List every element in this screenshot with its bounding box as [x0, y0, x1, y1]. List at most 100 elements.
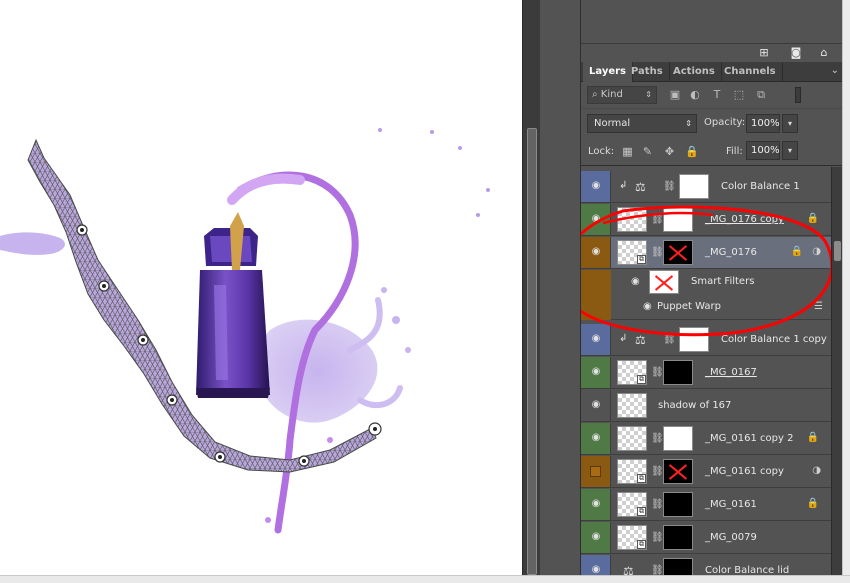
- smart-object-icon: ⧉: [637, 474, 646, 483]
- fill-input[interactable]: 100%: [746, 141, 780, 160]
- filter-toggle[interactable]: [795, 87, 801, 103]
- visibility-toggle[interactable]: ◉: [581, 555, 611, 575]
- visibility-toggle[interactable]: ◉: [581, 489, 611, 520]
- layer-mask-thumbnail[interactable]: [663, 459, 693, 484]
- layer-mask-thumbnail[interactable]: [663, 360, 693, 385]
- layer-row[interactable]: ◉ ⧉ ⛓ _MG_0167: [581, 357, 831, 389]
- visibility-toggle[interactable]: ◉: [581, 522, 611, 553]
- layers-scrollbar-thumb[interactable]: [834, 241, 841, 261]
- perfume-bottle: [196, 212, 270, 398]
- smart-object-thumbnail[interactable]: ⧉: [617, 360, 647, 385]
- layer-mask-thumbnail[interactable]: [663, 492, 693, 517]
- eye-icon: ◉: [591, 366, 601, 377]
- layer-row[interactable]: ◉ shadow of 167: [581, 390, 831, 422]
- red-annotation-ellipse: [581, 205, 834, 337]
- document-canvas[interactable]: [0, 0, 522, 575]
- eye-icon: ◉: [591, 531, 601, 542]
- opacity-dropdown-icon[interactable]: ▾: [782, 114, 798, 133]
- visibility-toggle[interactable]: ◉: [581, 171, 611, 202]
- layer-row[interactable]: ◉ ⧉ ⛓ _MG_0161 🔒: [581, 489, 831, 521]
- layer-row[interactable]: ◉ ⚖ ⛓ Color Balance lid: [581, 555, 831, 575]
- left-splash: [0, 232, 65, 255]
- smart-filter-icon: ◑: [812, 465, 821, 476]
- camera-icon[interactable]: ◙: [789, 47, 803, 59]
- tab-channels[interactable]: Channels: [718, 62, 783, 82]
- visibility-toggle[interactable]: ◉: [581, 357, 611, 388]
- layer-mask-thumbnail[interactable]: [663, 426, 693, 451]
- layer-mask-thumbnail[interactable]: [679, 174, 709, 199]
- layer-name: _MG_0167: [705, 367, 757, 378]
- lock-position-icon[interactable]: ✥: [663, 145, 676, 158]
- opacity-label: Opacity:: [704, 117, 746, 128]
- eye-icon: ◉: [591, 498, 601, 509]
- link-icon: ⛓: [663, 181, 676, 192]
- fill-label: Fill:: [726, 146, 743, 157]
- eye-icon: ◉: [591, 399, 601, 410]
- layer-row[interactable]: ◉ ↲ ⚖ ⛓ Color Balance 1: [581, 171, 831, 203]
- visibility-toggle[interactable]: ◉: [581, 423, 611, 454]
- panel-menu-icon[interactable]: ⌄: [831, 65, 839, 76]
- lock-icon: 🔒: [806, 432, 819, 443]
- smart-object-icon: ⧉: [637, 507, 646, 516]
- visibility-toggle[interactable]: [581, 456, 611, 487]
- layer-row[interactable]: ⧉ ⛓ _MG_0161 copy ◑: [581, 456, 831, 488]
- shape-filter-icon[interactable]: ⬚: [733, 88, 745, 101]
- panel-tabs: Layers Paths Actions Channels ⌄: [581, 62, 842, 82]
- layer-name: _MG_0161 copy 2: [705, 433, 794, 444]
- type-filter-icon[interactable]: T: [711, 88, 723, 101]
- trash-icon[interactable]: ⌂: [817, 47, 831, 59]
- updown-icon: ⇕: [685, 119, 692, 128]
- layer-thumbnail[interactable]: [617, 426, 647, 451]
- tab-paths[interactable]: Paths: [625, 62, 670, 82]
- smart-object-thumbnail[interactable]: ⧉: [617, 459, 647, 484]
- tab-actions[interactable]: Actions: [667, 62, 722, 82]
- kind-filter-select[interactable]: ⌕ Kind ⇕: [587, 86, 657, 104]
- layer-mask-thumbnail[interactable]: [663, 558, 693, 575]
- lock-fill-row: Lock: ▦ ✎ ✥ 🔒 Fill: 100% ▾: [581, 136, 842, 166]
- visibility-toggle[interactable]: ◉: [581, 390, 611, 421]
- clip-arrow-icon: ↲: [619, 180, 628, 191]
- window-edge: [842, 0, 850, 575]
- layer-name: _MG_0161 copy: [705, 466, 784, 477]
- fill-dropdown-icon[interactable]: ▾: [782, 141, 798, 160]
- smart-object-filter-icon[interactable]: ⧉: [755, 88, 767, 101]
- blend-mode-value: Normal: [594, 118, 631, 129]
- link-icon: ⛓: [651, 532, 664, 543]
- hidden-eye-slot: [590, 466, 601, 477]
- link-icon: ⛓: [651, 499, 664, 510]
- layer-row[interactable]: ◉ ⧉ ⛓ _MG_0079: [581, 522, 831, 554]
- updown-icon: ⇕: [645, 90, 652, 99]
- layer-thumbnail[interactable]: [617, 393, 647, 418]
- layers-list: ◉ ↲ ⚖ ⛓ Color Balance 1 ◉ ⛓ _MG_0176 cop…: [581, 167, 842, 575]
- smart-object-thumbnail[interactable]: ⧉: [617, 525, 647, 550]
- layer-name: Color Balance 1: [721, 181, 800, 192]
- eye-icon: ◉: [591, 432, 601, 443]
- layer-name: _MG_0161: [705, 499, 757, 510]
- layer-mask-thumbnail[interactable]: [663, 525, 693, 550]
- new-layer-icon[interactable]: ⊞: [757, 47, 771, 59]
- canvas-artwork: [0, 128, 490, 534]
- link-icon: ⛓: [651, 367, 664, 378]
- smart-object-icon: ⧉: [637, 375, 646, 384]
- layer-filter-row: ⌕ Kind ⇕ ▣ ◐ T ⬚ ⧉: [581, 82, 842, 108]
- layer-row[interactable]: ◉ ⛓ _MG_0161 copy 2 🔒: [581, 423, 831, 455]
- lock-label: Lock:: [588, 146, 615, 157]
- blend-mode-select[interactable]: Normal ⇕: [587, 114, 697, 133]
- smart-object-thumbnail[interactable]: ⧉: [617, 492, 647, 517]
- lock-all-icon[interactable]: 🔒: [685, 145, 699, 158]
- layer-name: _MG_0079: [705, 532, 757, 543]
- window-bottom-edge: [0, 575, 850, 583]
- link-icon: ⛓: [651, 565, 664, 575]
- lock-pixels-icon[interactable]: ✎: [641, 145, 654, 158]
- layers-scrollbar[interactable]: [831, 167, 842, 575]
- opacity-input[interactable]: 100%: [746, 114, 780, 133]
- lock-transparency-icon[interactable]: ▦: [621, 145, 634, 158]
- search-icon: ⌕: [592, 89, 598, 100]
- canvas-scrollbar[interactable]: [522, 0, 540, 575]
- workspace-gap: [540, 0, 580, 575]
- canvas-scrollbar-thumb[interactable]: [527, 128, 537, 575]
- layers-panel-dock: ⊞ ◙ ⌂ Layers Paths Actions Channels ⌄ ⌕ …: [580, 0, 842, 575]
- kind-label: Kind: [600, 89, 623, 100]
- adjustment-filter-icon[interactable]: ◐: [689, 88, 701, 101]
- pixel-filter-icon[interactable]: ▣: [669, 88, 681, 101]
